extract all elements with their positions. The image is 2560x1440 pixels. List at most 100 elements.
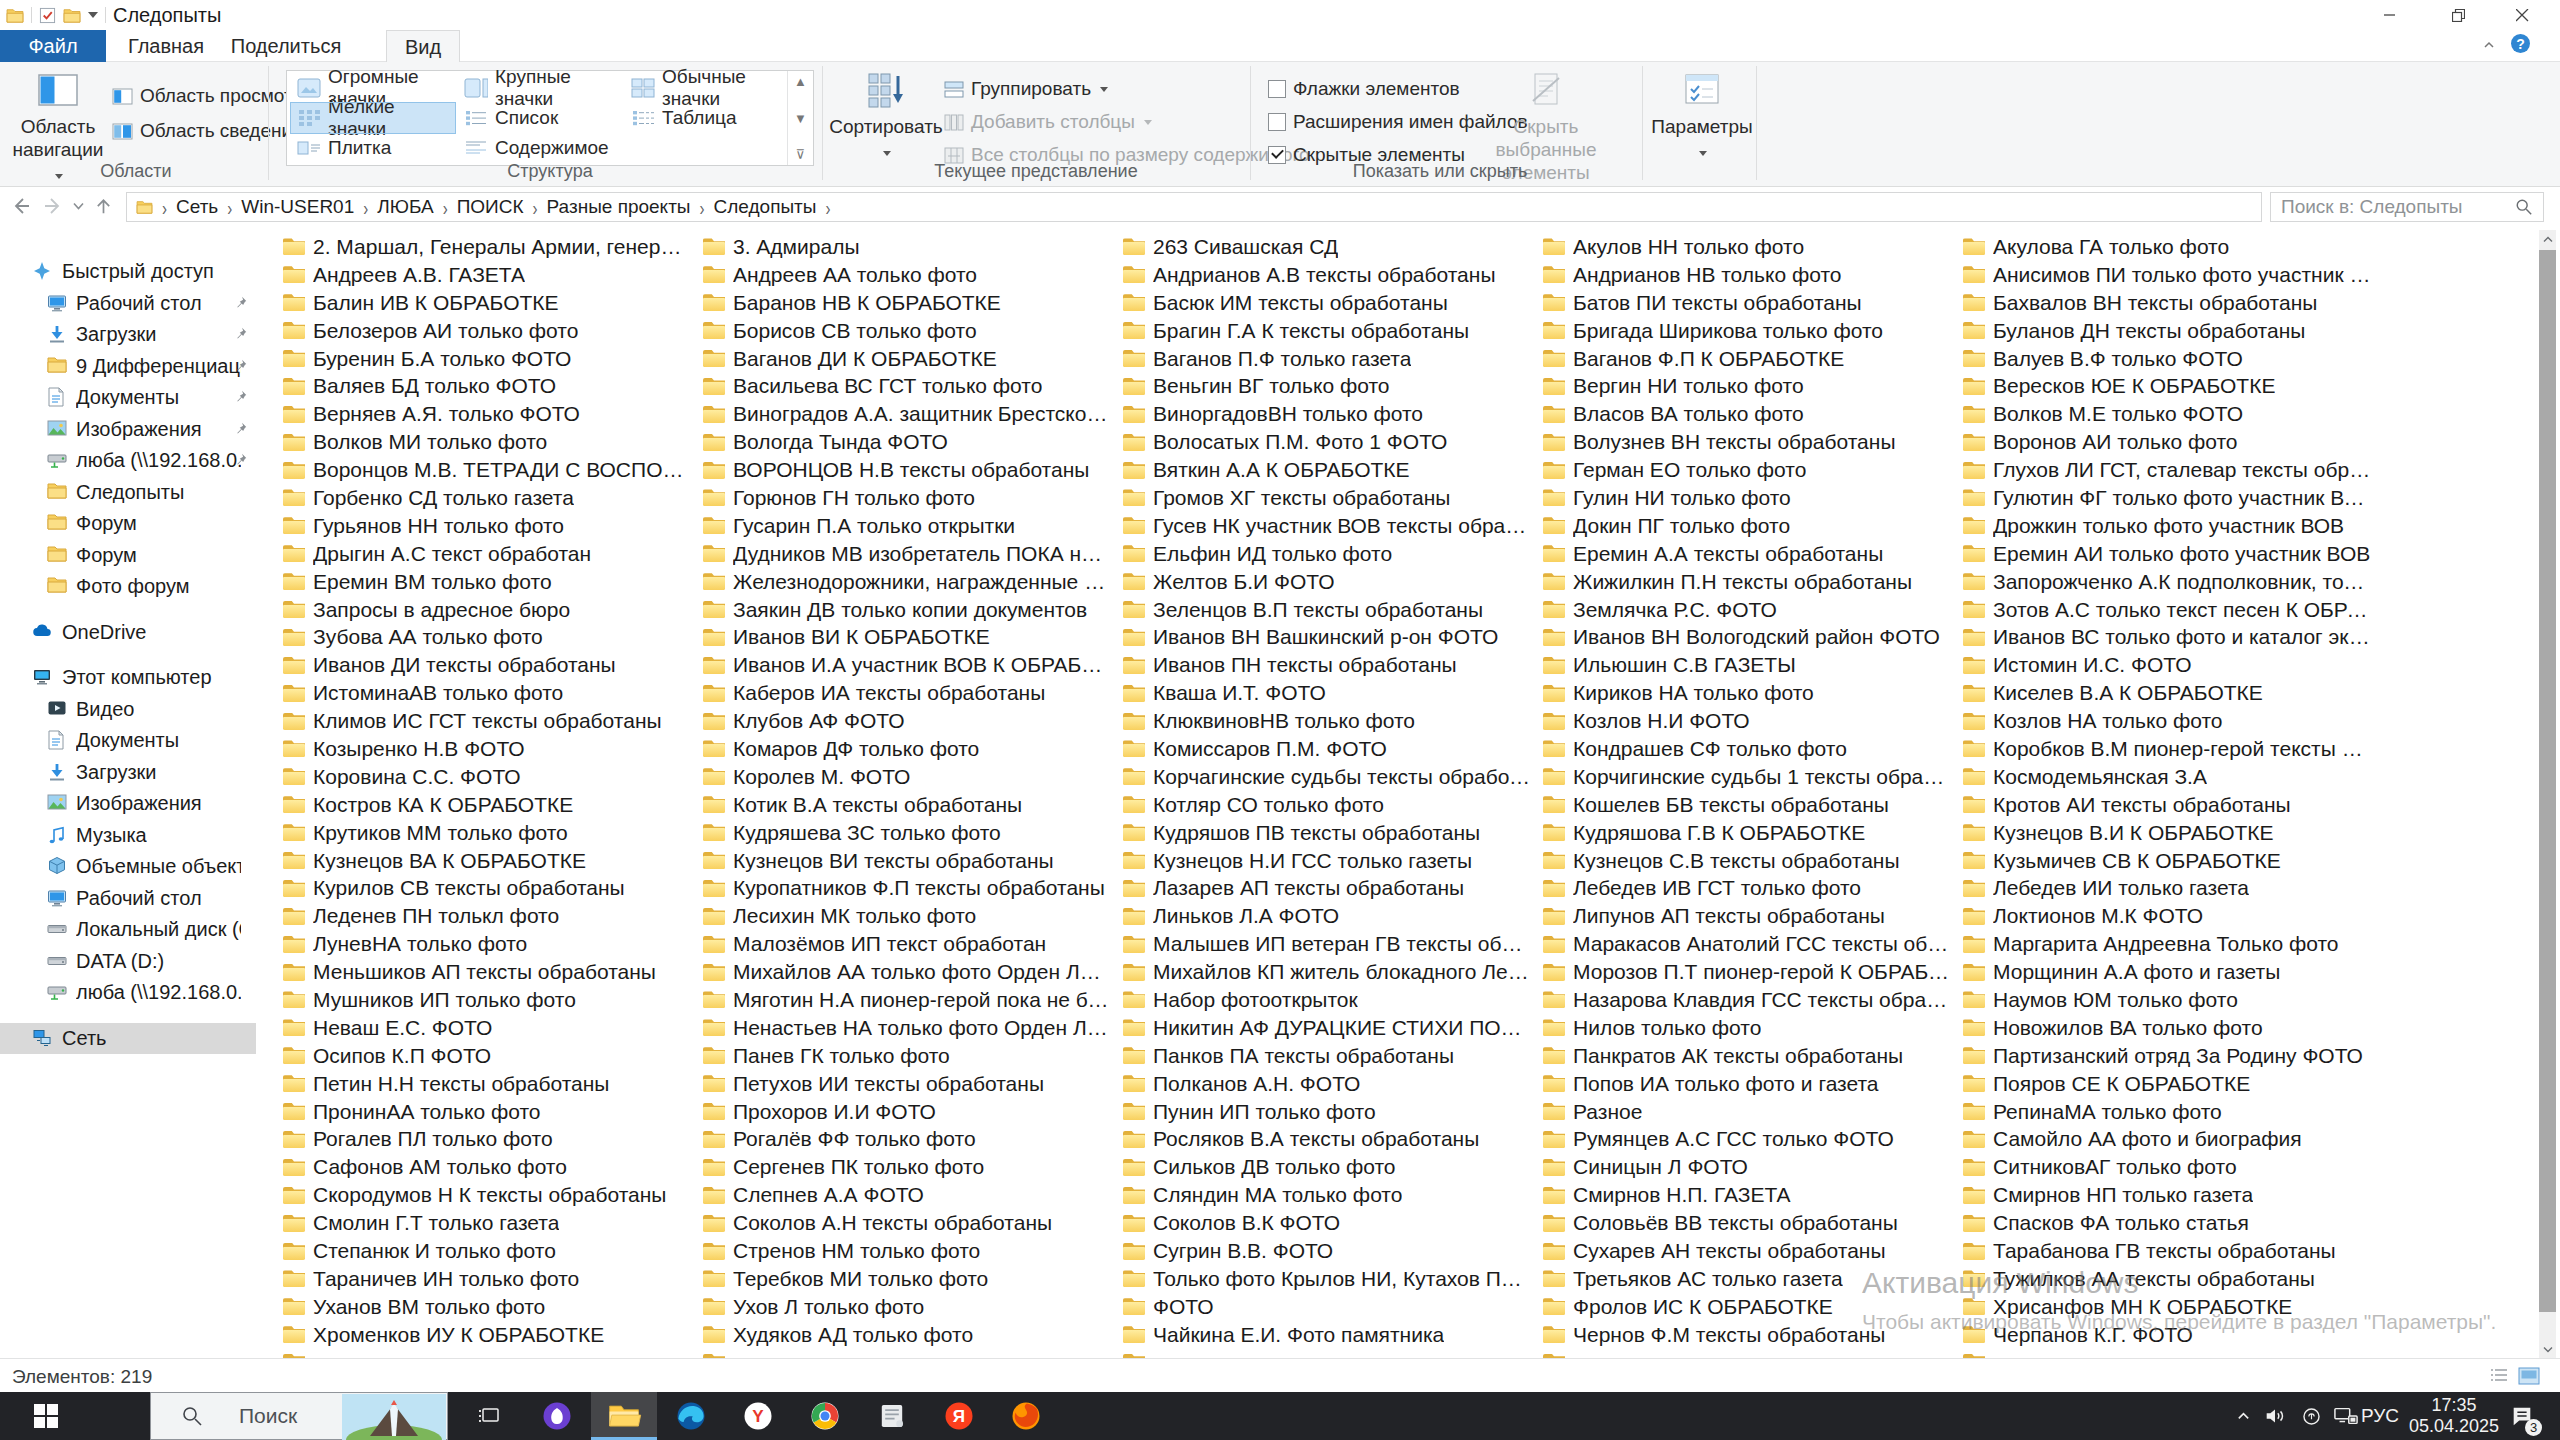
file-item[interactable]: Гулин НИ только фото	[1543, 484, 1957, 512]
file-item[interactable]: Козыренко Н.В ФОТО	[283, 735, 697, 763]
file-item[interactable]: Кондрашев СФ только фото	[1543, 735, 1957, 763]
file-item[interactable]: Вологда Тында ФОТО	[703, 428, 1117, 456]
file-item[interactable]: Смолин Г.Т только газета	[283, 1209, 697, 1237]
checkbox-icon[interactable]	[1268, 113, 1286, 131]
breadcrumb-label[interactable]: Сеть	[172, 196, 222, 218]
file-item[interactable]: Сафонов АМ только фото	[283, 1153, 697, 1181]
file-item[interactable]: Иванов ВН Вологодский район ФОТО	[1543, 623, 1957, 651]
file-item-partial[interactable]	[1123, 1349, 1537, 1358]
file-item[interactable]: Волков МИ только фото	[283, 428, 697, 456]
group-by-button[interactable]: Группировать	[944, 75, 1108, 103]
file-item[interactable]: Иванов ВС только фото и каталог экслибри…	[1963, 623, 2377, 651]
file-item-partial[interactable]	[1543, 1349, 1957, 1358]
vertical-scrollbar[interactable]	[2539, 230, 2556, 1358]
file-item[interactable]: Курилов СВ тексты обработаны	[283, 874, 697, 902]
layout-option[interactable]: Плитка	[291, 133, 455, 163]
file-item[interactable]: Козлов НА только фото	[1963, 707, 2377, 735]
file-item[interactable]: Васильева ВС ГСТ только фото	[703, 372, 1117, 400]
file-item[interactable]: Сергенев ПК только фото	[703, 1153, 1117, 1181]
file-item[interactable]: Котляр СО только фото	[1123, 791, 1537, 819]
file-item[interactable]: Прохоров И.И ФОТО	[703, 1098, 1117, 1126]
file-item[interactable]: Климов ИС ГСТ тексты обработаны	[283, 707, 697, 735]
file-item[interactable]: Малозёмов ИП текст обработан	[703, 930, 1117, 958]
file-item[interactable]: Кошелев БВ тексты обработаны	[1543, 791, 1957, 819]
file-item[interactable]: Герман ЕО только фото	[1543, 456, 1957, 484]
file-item[interactable]: Рогалев ПЛ только фото	[283, 1126, 697, 1154]
file-item[interactable]: Новожилов ВА только фото	[1963, 1014, 2377, 1042]
file-item[interactable]: Кузнецов Н.И ГСС только газеты	[1123, 847, 1537, 875]
file-item[interactable]: Стренов НМ только фото	[703, 1237, 1117, 1265]
file-item[interactable]: Власов ВА только фото	[1543, 400, 1957, 428]
sidebar-item-изображения[interactable]: Изображения	[0, 414, 256, 445]
file-item[interactable]: Разное	[1543, 1098, 1957, 1126]
close-button[interactable]	[2490, 0, 2554, 30]
file-item[interactable]: Желтов Б.И ФОТО	[1123, 568, 1537, 596]
file-item[interactable]: Волков М.Е только ФОТО	[1963, 400, 2377, 428]
file-item[interactable]: Петухов ИИ тексты обработаны	[703, 1070, 1117, 1098]
file-item[interactable]: Кудряшева ЗС только фото	[703, 819, 1117, 847]
file-item[interactable]: Зеленцов В.П тексты обработаны	[1123, 596, 1537, 624]
mail-button[interactable]	[859, 1392, 925, 1440]
file-item[interactable]: РепинаМА только фото	[1963, 1098, 2377, 1126]
file-item[interactable]: Борисов СВ только фото	[703, 317, 1117, 345]
file-item[interactable]: Ненастьев НА только фото Орден Ленина	[703, 1014, 1117, 1042]
file-item[interactable]: Костров КА К ОБРАБОТКЕ	[283, 791, 697, 819]
file-item[interactable]: Буланов ДН тексты обработаны	[1963, 317, 2377, 345]
file-item[interactable]: Ильюшин С.В ГАЗЕТЫ	[1543, 651, 1957, 679]
properties-check-icon[interactable]	[39, 7, 56, 24]
file-item[interactable]: Соколов А.Н тексты обработаны	[703, 1209, 1117, 1237]
forward-button[interactable]	[40, 193, 66, 219]
sidebar-item-форум[interactable]: Форум	[0, 540, 256, 571]
file-item[interactable]: Виноградов А.А. защитник Брестской крепо…	[703, 400, 1117, 428]
file-item[interactable]: Гусев НК участник ВОВ тексты обработаны	[1123, 512, 1537, 540]
sidebar-item-рабочий-стол[interactable]: Рабочий стол	[0, 883, 256, 914]
file-item[interactable]: Истомин И.С. ФОТО	[1963, 651, 2377, 679]
file-item[interactable]: Балин ИВ К ОБРАБОТКЕ	[283, 289, 697, 317]
start-button[interactable]	[0, 1392, 92, 1440]
file-item[interactable]: 3. Адмиралы	[703, 233, 1117, 261]
file-item[interactable]: Комиссаров П.М. ФОТО	[1123, 735, 1537, 763]
file-item[interactable]: Никитин АФ ДУРАЦКИЕ СТИХИ ПОКА НЕ ТР...	[1123, 1014, 1537, 1042]
details-pane-button[interactable]: Область сведений	[112, 117, 303, 145]
file-item[interactable]: Землячка Р.С. ФОТО	[1543, 596, 1957, 624]
file-item[interactable]: Набор фотооткрыток	[1123, 986, 1537, 1014]
file-item[interactable]: 2. Маршал, Генералы Армии, генерал-полк.…	[283, 233, 697, 261]
file-item[interactable]: Еремин ВМ только фото	[283, 568, 697, 596]
file-item[interactable]: Степанюк И только фото	[283, 1237, 697, 1265]
restore-button[interactable]	[2426, 0, 2490, 30]
file-item[interactable]: Тарабанова ГВ тексты обработаны	[1963, 1237, 2377, 1265]
layout-option[interactable]: Мелкие значки	[291, 103, 455, 133]
file-item[interactable]: Анисимов ПИ только фото участник ВОВ	[1963, 261, 2377, 289]
file-item[interactable]: Козлов Н.И ФОТО	[1543, 707, 1957, 735]
file-item[interactable]: Панев ГК только фото	[703, 1042, 1117, 1070]
file-item[interactable]: Акулова ГА только фото	[1963, 233, 2377, 261]
sidebar-item-музыка[interactable]: Музыка	[0, 820, 256, 851]
file-item[interactable]: Лесихин МК только фото	[703, 902, 1117, 930]
file-item[interactable]: Мяготин Н.А пионер-герой пока не берем	[703, 986, 1117, 1014]
file-item[interactable]: Кудряшова Г.В К ОБРАБОТКЕ	[1543, 819, 1957, 847]
help-icon[interactable]: ?	[2511, 34, 2530, 53]
chrome-button[interactable]	[792, 1392, 858, 1440]
firefox-button[interactable]	[993, 1392, 1059, 1440]
file-item[interactable]: Панкратов АК тексты обработаны	[1543, 1042, 1957, 1070]
file-item[interactable]: Заякин ДВ только копии документов	[703, 596, 1117, 624]
file-item[interactable]: Каберов ИА тексты обработаны	[703, 679, 1117, 707]
tab-file[interactable]: Файл	[0, 30, 106, 62]
file-item[interactable]: Меньшиков АП тексты обработаны	[283, 958, 697, 986]
file-item[interactable]: Кузнецов ВИ тексты обработаны	[703, 847, 1117, 875]
collapse-ribbon-icon[interactable]	[2482, 38, 2496, 52]
file-item[interactable]: Басюк ИМ тексты обработаны	[1123, 289, 1537, 317]
file-item[interactable]: Уханов ВМ только фото	[283, 1293, 697, 1321]
file-item[interactable]: Попов ИА только фото и газета	[1543, 1070, 1957, 1098]
file-item[interactable]: Сухарев АН тексты обработаны	[1543, 1237, 1957, 1265]
taskbar-search[interactable]: Поиск	[150, 1392, 448, 1440]
layout-option[interactable]: Список	[458, 103, 622, 133]
file-item[interactable]: Соколов В.К ФОТО	[1123, 1209, 1537, 1237]
file-item[interactable]: Коробков В.М пионер-герой тексты обрабо.…	[1963, 735, 2377, 763]
tab-view[interactable]: Вид	[386, 30, 460, 63]
file-item[interactable]: Липунов АП тексты обработаны	[1543, 902, 1957, 930]
address-breadcrumb[interactable]: › Сеть›Win-USER01›ЛЮБА›ПОИСК›Разные прое…	[126, 192, 2262, 222]
file-item[interactable]: Самойло АА фото и биография	[1963, 1126, 2377, 1154]
sidebar-item-изображения[interactable]: Изображения	[0, 788, 256, 819]
checkbox-item-checkboxes[interactable]: Флажки элементов	[1268, 75, 1460, 103]
